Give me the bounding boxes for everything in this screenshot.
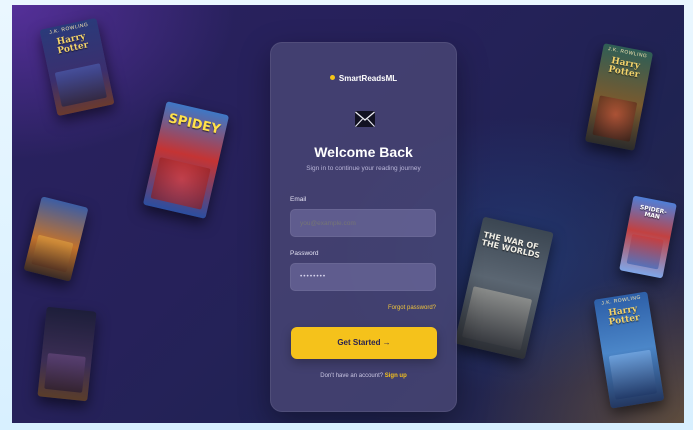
signup-link[interactable]: Sign up bbox=[385, 373, 407, 379]
brand-name: SmartReadsML bbox=[338, 74, 398, 83]
book-cover bbox=[37, 306, 97, 402]
book-cover: J.K. ROWLING Harry Potter bbox=[593, 291, 665, 409]
book-cover: J.K. ROWLING Harry Potter bbox=[39, 17, 115, 117]
email-field[interactable] bbox=[290, 209, 436, 237]
password-field[interactable]: •••••••• bbox=[290, 263, 436, 291]
get-started-button[interactable]: Get Started → bbox=[291, 327, 437, 359]
signup-prompt-text: Don't have an account? bbox=[320, 373, 384, 379]
book-title: SPIDER-MAN bbox=[639, 203, 668, 222]
signup-prompt: Don't have an account? Sign up bbox=[271, 373, 456, 379]
book-title: SPIDEY bbox=[166, 111, 222, 138]
page-title: Welcome Back bbox=[314, 144, 413, 160]
book-title: Harry Potter bbox=[607, 55, 641, 81]
brand-dot-icon bbox=[329, 75, 335, 80]
book-cover: J.K. ROWLING Harry Potter bbox=[584, 43, 654, 151]
book-cover: THE WAR OF THE WORLDS bbox=[454, 216, 554, 360]
book-cover bbox=[23, 196, 89, 282]
page-subtitle: Sign in to continue your reading journey bbox=[306, 165, 421, 172]
book-cover: SPIDEY bbox=[142, 101, 230, 219]
login-card: SmartReadsML Welcome Back Sign in to con… bbox=[270, 42, 457, 412]
page-frame: J.K. ROWLING Harry Potter SPIDEY THE WAR… bbox=[0, 0, 693, 430]
password-label: Password bbox=[290, 250, 319, 257]
email-label: Email bbox=[290, 196, 307, 203]
book-title: Harry Potter bbox=[607, 304, 641, 329]
brand[interactable]: SmartReadsML bbox=[271, 74, 456, 83]
book-title: THE WAR OF THE WORLDS bbox=[480, 230, 541, 261]
book-cover: SPIDER-MAN bbox=[619, 195, 677, 279]
forgot-password-link[interactable]: Forgot password? bbox=[388, 305, 436, 311]
mail-icon bbox=[355, 111, 375, 127]
login-background: J.K. ROWLING Harry Potter SPIDEY THE WAR… bbox=[12, 5, 684, 423]
